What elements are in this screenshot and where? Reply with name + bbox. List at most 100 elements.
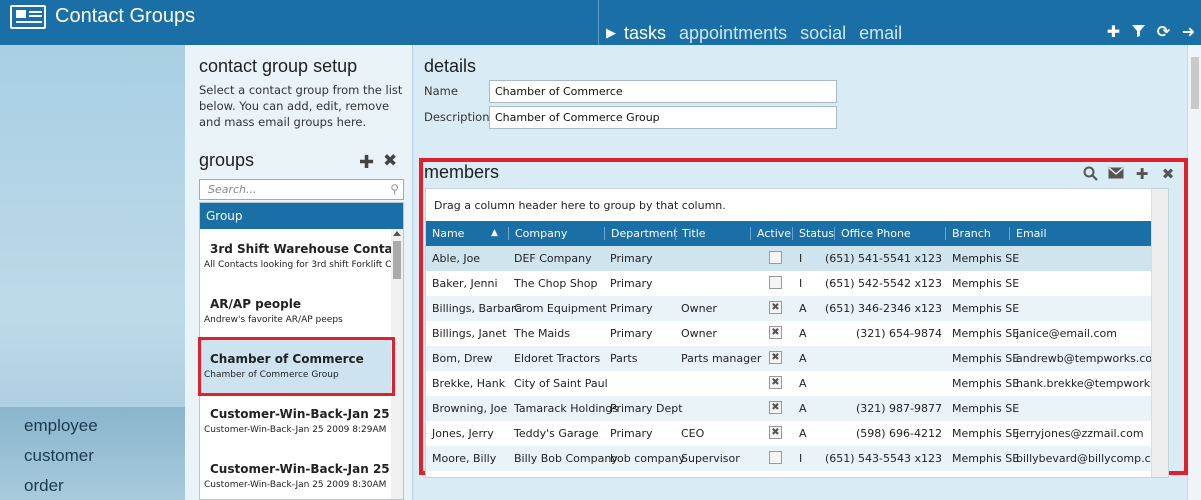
search-icon[interactable] — [1082, 166, 1098, 182]
table-row[interactable]: Baker, Jenni The Chop Shop Primary I (651) 5… — [426, 271, 1168, 296]
active-checkbox[interactable]: ✖ — [769, 426, 782, 439]
cell-name: Browning, Joe — [432, 402, 508, 415]
active-checkbox[interactable] — [769, 251, 782, 264]
nav-tasks[interactable]: tasks — [624, 23, 666, 44]
cell-branch: Memphis SE — [952, 352, 1020, 365]
description-label: Description — [424, 110, 490, 124]
table-row[interactable]: Brekke, Hank City of Saint Paul ✖ A Memphis … — [426, 371, 1169, 396]
group-item[interactable]: 3rd Shift Warehouse Contacts All Contact… — [200, 229, 403, 284]
cell-department: bob company — [610, 452, 685, 465]
members-table: Drag a column header here to group by th… — [425, 188, 1169, 478]
add-group-icon[interactable]: ✚ — [359, 152, 374, 173]
active-checkbox[interactable] — [769, 276, 782, 289]
col-title[interactable]: Title — [675, 227, 706, 240]
cell-status: I — [799, 252, 803, 265]
details-title: details — [424, 56, 477, 76]
remove-group-icon[interactable]: ✖ — [383, 151, 397, 171]
name-field[interactable]: Chamber of Commerce — [489, 80, 837, 103]
cell-company: Billy Bob Company — [514, 452, 618, 465]
top-bar: Contact Groups ▶ tasks appointments soci… — [0, 0, 1201, 45]
cell-name: Billings, Barbara — [432, 302, 523, 315]
cell-name: Billings, Janet — [432, 327, 507, 340]
top-nav: ▶ tasks appointments social email — [606, 22, 915, 44]
members-panel: members ✚ ✖ Drag a column header here to… — [419, 158, 1188, 478]
group-search-input[interactable]: Search... ⚲ — [199, 179, 404, 200]
cell-department: Primary — [610, 427, 653, 440]
cell-office-phone: (321) 654-9874 — [855, 327, 942, 340]
cell-status: A — [799, 327, 807, 340]
group-item[interactable]: Customer-Win-Back-Jan 25 2009 Customer-W… — [200, 394, 403, 449]
active-checkbox[interactable]: ✖ — [769, 351, 782, 364]
cell-branch: Memphis SE — [952, 252, 1020, 265]
cell-department: Parts — [610, 352, 638, 365]
members-title: members — [424, 162, 500, 182]
description-field[interactable]: Chamber of Commerce Group — [489, 106, 837, 129]
group-by-hint: Drag a column header here to group by th… — [434, 199, 726, 212]
arrow-right-icon[interactable]: ➜ — [1180, 23, 1197, 40]
mail-icon[interactable] — [1108, 166, 1124, 182]
name-label: Name — [424, 84, 458, 98]
table-row[interactable]: Billings, Barbara Crom Equipment Primary Ow… — [426, 296, 1168, 321]
cell-office-phone: (651) 346-2346 x123 — [824, 302, 942, 315]
active-checkbox[interactable]: ✖ — [769, 401, 782, 414]
add-member-icon[interactable]: ✚ — [1134, 166, 1150, 182]
scroll-up-icon[interactable] — [393, 231, 401, 236]
plus-icon[interactable]: ✚ — [1105, 23, 1122, 40]
nav-email[interactable]: email — [859, 23, 902, 44]
leftnav-employee[interactable]: employee — [24, 416, 98, 436]
cell-branch: Memphis SE — [952, 377, 1020, 390]
refresh-icon[interactable]: ⟳ — [1155, 23, 1172, 40]
leftnav-customer[interactable]: customer — [24, 446, 94, 466]
cell-department: Primary — [610, 252, 653, 265]
app-title: Contact Groups — [55, 5, 196, 27]
cell-office-phone: (321) 987-9877 — [855, 402, 942, 415]
setup-title: contact group setup — [199, 56, 358, 76]
cell-name: Jones, Jerry — [432, 427, 494, 440]
table-row[interactable]: Bom, Drew Eldoret Tractors Parts Parts mana… — [426, 346, 1168, 371]
nav-appointments[interactable]: appointments — [679, 23, 787, 44]
col-office-phone[interactable]: Office Phone — [834, 227, 911, 240]
group-item[interactable]: AR/AP people Andrew's favorite AR/AP pee… — [200, 284, 403, 339]
col-email[interactable]: Email — [1009, 227, 1047, 240]
cell-name: Able, Joe — [432, 252, 481, 265]
table-row[interactable]: Moore, Billy Billy Bob Company bob company… — [426, 446, 1168, 471]
sort-asc-icon: ▲ — [491, 228, 498, 238]
col-status[interactable]: Status — [792, 227, 834, 240]
cell-status: A — [799, 427, 807, 440]
cell-email: hank.brekke@tempworks.com — [1016, 377, 1169, 390]
cell-status: A — [799, 402, 807, 415]
members-scrollbar[interactable] — [1151, 189, 1168, 477]
cell-department: Primary — [610, 302, 653, 315]
cell-company: Crom Equipment — [514, 302, 607, 315]
cell-title: Owner — [681, 327, 717, 340]
active-checkbox[interactable]: ✖ — [769, 326, 782, 339]
table-row[interactable]: Able, Joe DEF Company Primary I (651) 541-55… — [426, 246, 1168, 271]
leftnav-order[interactable]: order — [24, 476, 64, 496]
setup-description: Select a contact group from the list bel… — [199, 83, 403, 129]
details-scrollbar[interactable] — [1187, 45, 1201, 500]
remove-member-icon[interactable]: ✖ — [1160, 166, 1176, 182]
active-checkbox[interactable] — [769, 451, 782, 464]
col-branch[interactable]: Branch — [945, 227, 991, 240]
active-checkbox[interactable]: ✖ — [769, 376, 782, 389]
active-checkbox[interactable]: ✖ — [769, 301, 782, 314]
nav-social[interactable]: social — [800, 23, 846, 44]
group-item[interactable]: Customer-Win-Back-Jan 25 2009 Customer-W… — [200, 449, 403, 499]
table-row[interactable]: Billings, Janet The Maids Primary Owner ✖ A (3… — [426, 321, 1168, 346]
col-company[interactable]: Company — [508, 227, 567, 240]
cell-branch: Memphis SE — [952, 277, 1020, 290]
cell-company: Eldoret Tractors — [514, 352, 601, 365]
col-department[interactable]: Department — [604, 227, 678, 240]
cell-branch: Memphis SE — [952, 427, 1020, 440]
col-active[interactable]: Active — [750, 227, 791, 240]
cell-company: DEF Company — [514, 252, 592, 265]
cell-department: Primary Dept — [610, 402, 683, 415]
col-name[interactable]: Name — [432, 227, 464, 240]
table-row[interactable]: Jones, Jerry Teddy's Garage Primary CEO ✖ A (5… — [426, 421, 1168, 446]
cell-email: andrewb@tempworks.com — [1016, 352, 1163, 365]
table-row[interactable]: Browning, Joe Tamarack Holdings Primary De… — [426, 396, 1168, 421]
title-area: Contact Groups — [0, 0, 598, 45]
search-icon[interactable]: ⚲ — [390, 182, 399, 196]
cell-title: Parts manager — [681, 352, 762, 365]
filter-icon[interactable] — [1130, 23, 1147, 40]
